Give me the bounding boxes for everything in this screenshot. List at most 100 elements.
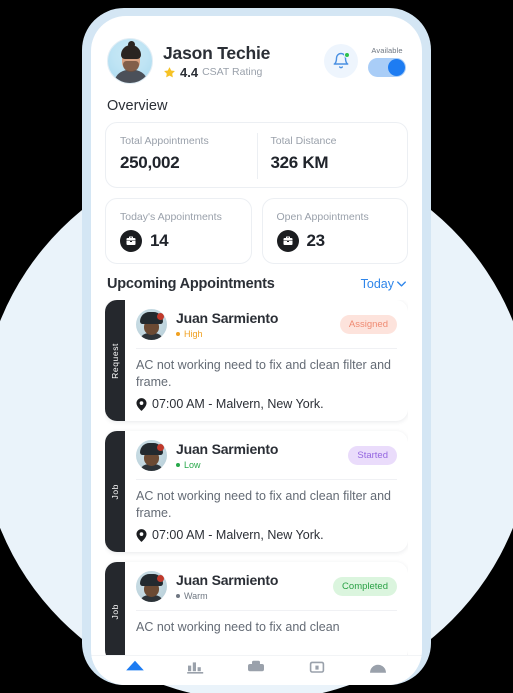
home-icon	[126, 660, 145, 671]
calendar-icon	[309, 661, 325, 673]
appointment-card[interactable]: Request Juan Sarmiento High Assigned AC …	[105, 300, 408, 421]
today-filter-label: Today	[360, 277, 394, 291]
appointment-body: Juan Sarmiento Low Started AC not workin…	[125, 431, 408, 552]
appointment-type-label: Job	[110, 483, 120, 500]
avatar	[136, 309, 167, 340]
app-content: Jason Techie 4.4 CSAT Rating Available O…	[91, 16, 422, 672]
appointment-person: Juan Sarmiento Low	[176, 441, 339, 470]
availability-control: Available	[368, 46, 406, 77]
time-location-text: 07:00 AM - Malvern, New York.	[152, 397, 324, 411]
stat-label: Total Appointments	[120, 135, 209, 147]
avatar-accent	[157, 444, 164, 451]
time-location-text: 07:00 AM - Malvern, New York.	[152, 528, 324, 542]
star-icon	[164, 66, 175, 77]
overview-icon-cards: Today's Appointments 14 Open Appointment…	[105, 198, 408, 264]
today-filter-button[interactable]: Today	[361, 277, 406, 291]
upcoming-header: Upcoming Appointments Today	[105, 264, 408, 300]
chevron-down-icon	[397, 281, 406, 287]
nav-item-calendar[interactable]	[305, 660, 329, 684]
stat-todays-appointments[interactable]: Today's Appointments 14	[105, 198, 252, 264]
status-badge: Started	[348, 446, 397, 465]
appointment-name: Juan Sarmiento	[176, 310, 279, 326]
priority-row: High	[176, 329, 331, 339]
stat-value: 14	[150, 231, 169, 250]
nav-item-home[interactable]	[123, 660, 147, 684]
appointment-body: Juan Sarmiento Warm Completed AC not wor…	[125, 562, 408, 662]
status-badge: Completed	[333, 577, 397, 596]
availability-label: Available	[371, 45, 403, 55]
avatar-hair	[121, 45, 141, 59]
status-badge: Assigned	[339, 315, 397, 334]
appointment-name: Juan Sarmiento	[176, 441, 279, 457]
avatar-accent	[157, 575, 164, 582]
appointment-card[interactable]: Job Juan Sarmi	[105, 562, 408, 662]
notification-dot	[344, 52, 350, 58]
stat-total-appointments: Total Appointments 250,002	[106, 123, 257, 187]
avatar-accent	[157, 313, 164, 320]
appointment-body: Juan Sarmiento High Assigned AC not work…	[125, 300, 408, 421]
rating-label: CSAT Rating	[202, 66, 263, 78]
appointment-top-row: Juan Sarmiento High Assigned	[136, 309, 397, 348]
priority-label: Low	[184, 460, 201, 470]
profile-icon	[369, 664, 386, 673]
rating-value: 4.4	[180, 64, 199, 80]
toolbox-icon	[276, 230, 299, 252]
appointment-type-label: Request	[110, 342, 120, 379]
toolbox-glyph	[283, 236, 292, 245]
appointment-person: Juan Sarmiento Warm	[176, 572, 324, 601]
appointment-card[interactable]: Job Juan Sarmi	[105, 431, 408, 552]
availability-toggle[interactable]	[368, 57, 406, 77]
priority-row: Warm	[176, 591, 324, 601]
nav-item-profile[interactable]	[366, 660, 390, 684]
stat-label: Open Appointments	[276, 211, 369, 223]
stat-total-distance: Total Distance 326 KM	[256, 123, 408, 187]
toolbox-glyph	[126, 236, 136, 245]
stat-icon-row: 14	[120, 230, 251, 252]
toggle-knob	[388, 58, 405, 76]
nav-item-inbox[interactable]	[244, 660, 268, 684]
appointment-description: AC not working need to fix and clean fil…	[136, 358, 392, 389]
avatar	[136, 440, 167, 471]
appointment-type-tab: Job	[105, 431, 125, 552]
stat-label: Today's Appointments	[120, 211, 222, 223]
overview-title: Overview	[107, 98, 168, 114]
inbox-icon	[248, 660, 265, 672]
avatar[interactable]	[107, 38, 153, 84]
appointment-type-label: Job	[110, 604, 120, 620]
priority-dot	[176, 332, 180, 336]
stat-icon-row: 23	[276, 230, 408, 252]
appointment-description: AC not working need to fix and clean	[136, 620, 340, 634]
screenshot-stage: Jason Techie 4.4 CSAT Rating Available O…	[0, 0, 513, 693]
stat-value: 326 KM	[270, 153, 329, 172]
appointment-time-location: 07:00 AM - Malvern, New York.	[136, 522, 397, 542]
rating-row: 4.4 CSAT Rating	[163, 65, 314, 80]
stat-label: Total Distance	[270, 135, 337, 147]
priority-dot	[176, 594, 180, 598]
appointment-type-tab: Request	[105, 300, 125, 421]
appointment-person: Juan Sarmiento High	[176, 310, 331, 339]
appointments-list[interactable]: Request Juan Sarmiento High Assigned AC …	[105, 300, 408, 672]
nav-item-chart[interactable]	[184, 660, 208, 684]
app-header: Jason Techie 4.4 CSAT Rating Available	[105, 16, 408, 88]
avatar-body	[114, 70, 148, 83]
phone-screen: Jason Techie 4.4 CSAT Rating Available O…	[91, 16, 422, 685]
user-name: Jason Techie	[163, 42, 271, 63]
header-text-block: Jason Techie 4.4 CSAT Rating	[163, 43, 314, 80]
appointment-top-row: Juan Sarmiento Warm Completed	[136, 571, 397, 610]
upcoming-title: Upcoming Appointments	[107, 276, 275, 292]
appointment-top-row: Juan Sarmiento Low Started	[136, 440, 397, 479]
priority-label: Warm	[184, 591, 208, 601]
overview-wide-card: Total Appointments 250,002 Total Distanc…	[105, 122, 408, 188]
location-pin-icon	[136, 528, 147, 542]
chart-icon	[187, 662, 204, 674]
appointment-name: Juan Sarmiento	[176, 572, 279, 588]
stat-value: 250,002	[120, 153, 180, 172]
priority-row: Low	[176, 460, 339, 470]
appointment-type-tab: Job	[105, 562, 125, 662]
priority-label: High	[184, 329, 203, 339]
stat-value: 23	[306, 231, 326, 250]
stat-open-appointments[interactable]: Open Appointments 23	[261, 198, 408, 264]
notification-bell-button[interactable]	[324, 44, 358, 78]
priority-dot	[176, 463, 180, 467]
appointment-time-location: 07:00 AM - Malvern, New York.	[136, 391, 397, 411]
